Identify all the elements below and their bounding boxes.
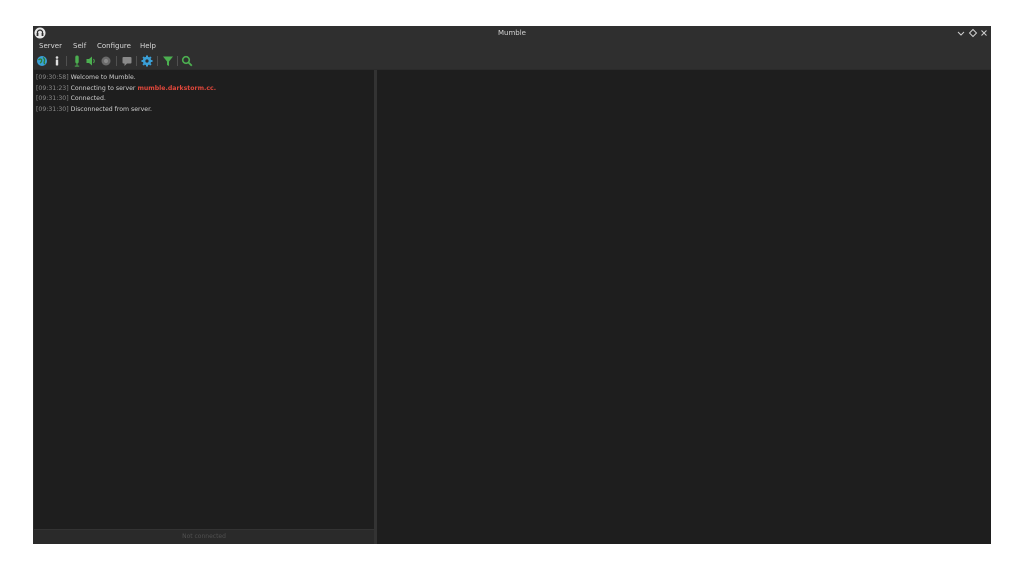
toolbar-separator bbox=[66, 56, 67, 66]
log-line: [09:31:30] Connected. bbox=[36, 94, 370, 105]
close-icon[interactable] bbox=[979, 28, 989, 38]
minimize-icon[interactable] bbox=[956, 28, 966, 38]
log-text: Connected. bbox=[68, 95, 106, 102]
log-timestamp: [09:31:23] bbox=[36, 84, 69, 92]
message-input-status[interactable]: Not connected bbox=[34, 529, 374, 544]
filter-icon[interactable] bbox=[162, 55, 174, 67]
globe-connect-icon[interactable] bbox=[36, 55, 48, 67]
log-text: Connecting to server bbox=[68, 84, 138, 92]
log-timestamp: [09:30:58] bbox=[36, 74, 69, 81]
toolbar-separator bbox=[136, 56, 137, 66]
log-timestamp: [09:31:30] bbox=[36, 95, 69, 102]
server-host-link[interactable]: mumble.darkstorm.cc bbox=[137, 85, 213, 92]
title-bar[interactable]: Mumble bbox=[33, 26, 991, 40]
microphone-icon[interactable] bbox=[71, 55, 83, 67]
toolbar-separator bbox=[157, 56, 158, 66]
toolbar-separator bbox=[177, 56, 178, 66]
log-line: [09:31:30] Disconnected from server. bbox=[36, 105, 370, 116]
log-timestamp: [09:31:30] bbox=[36, 105, 69, 113]
record-icon[interactable] bbox=[100, 55, 112, 67]
log-line: [09:31:23] Connecting to server mumble.d… bbox=[36, 84, 370, 95]
toolbar bbox=[33, 53, 991, 69]
log-text: Disconnected from server. bbox=[68, 105, 153, 113]
log-text-suffix: . bbox=[213, 84, 217, 92]
menu-self[interactable]: Self bbox=[73, 40, 86, 53]
log-line: [09:30:58] Welcome to Mumble. bbox=[36, 73, 370, 84]
info-icon[interactable] bbox=[51, 55, 63, 67]
chat-log-pane[interactable]: [09:30:58] Welcome to Mumble. [09:31:23]… bbox=[34, 70, 374, 544]
mumble-window: Mumble Server Self Configure Help [09:30… bbox=[33, 26, 991, 544]
settings-gear-icon[interactable] bbox=[141, 55, 153, 67]
speaker-icon[interactable] bbox=[85, 55, 97, 67]
log-text: Welcome to Mumble. bbox=[68, 74, 136, 81]
chat-log: [09:30:58] Welcome to Mumble. [09:31:23]… bbox=[36, 73, 370, 115]
comment-icon[interactable] bbox=[121, 55, 133, 67]
menu-bar: Server Self Configure Help bbox=[33, 40, 991, 53]
window-title: Mumble bbox=[498, 29, 526, 37]
channel-tree-pane[interactable] bbox=[377, 70, 991, 544]
menu-server[interactable]: Server bbox=[39, 40, 62, 53]
toolbar-separator bbox=[116, 56, 117, 66]
menu-help[interactable]: Help bbox=[140, 40, 156, 53]
search-icon[interactable] bbox=[181, 55, 193, 67]
menu-configure[interactable]: Configure bbox=[97, 40, 131, 53]
maximize-icon[interactable] bbox=[968, 28, 978, 38]
